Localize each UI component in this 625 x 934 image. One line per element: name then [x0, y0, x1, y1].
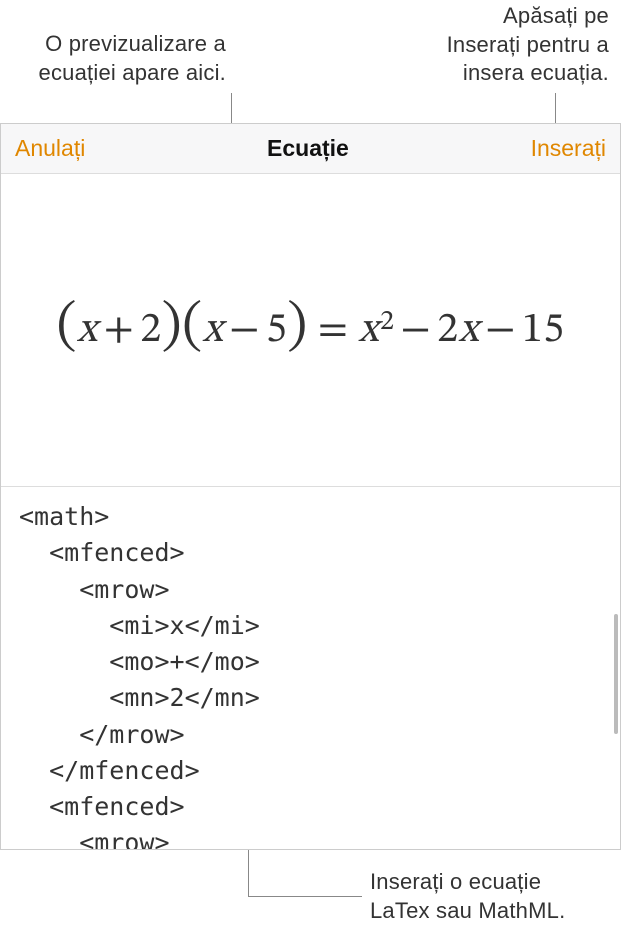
scrollbar[interactable]: [614, 614, 618, 734]
callout-latex-text: Inserați o ecuațieLaTex sau MathML.: [370, 868, 615, 925]
equation-editor-window: Anulați Ecuație Inserați (x+2)(x−5)=x2−2…: [0, 123, 621, 850]
num-15: 15: [522, 304, 565, 357]
var-x: x: [459, 304, 480, 357]
insert-button[interactable]: Inserați: [531, 135, 606, 162]
minus-sign: −: [485, 304, 516, 357]
coef-2: 2: [437, 304, 458, 357]
cancel-button[interactable]: Anulați: [15, 135, 85, 162]
callout-insert-text: Apăsați peInserați pentru ainsera ecuați…: [379, 2, 609, 88]
var-x: x: [203, 304, 224, 357]
minus-sign: −: [401, 304, 432, 357]
window-title: Ecuație: [267, 135, 349, 162]
equation-code-input[interactable]: <math> <mfenced> <mrow> <mi>x</mi> <mo>+…: [1, 487, 620, 849]
toolbar: Anulați Ecuație Inserați: [1, 124, 620, 174]
equals-sign: =: [318, 304, 349, 357]
equation-preview: (x+2)(x−5)=x2−2x−15: [56, 304, 564, 357]
minus-sign: −: [229, 304, 260, 357]
num-5: 5: [266, 304, 287, 357]
var-x: x: [77, 304, 98, 357]
plus-sign: +: [104, 304, 135, 357]
callout-latex-line-h: [248, 896, 362, 897]
callout-preview-text: O previzualizare aecuației apare aici.: [16, 30, 226, 87]
var-x: x: [359, 304, 380, 357]
exponent-2: 2: [380, 305, 394, 340]
num-2: 2: [140, 304, 161, 357]
equation-preview-area: (x+2)(x−5)=x2−2x−15: [1, 174, 620, 487]
